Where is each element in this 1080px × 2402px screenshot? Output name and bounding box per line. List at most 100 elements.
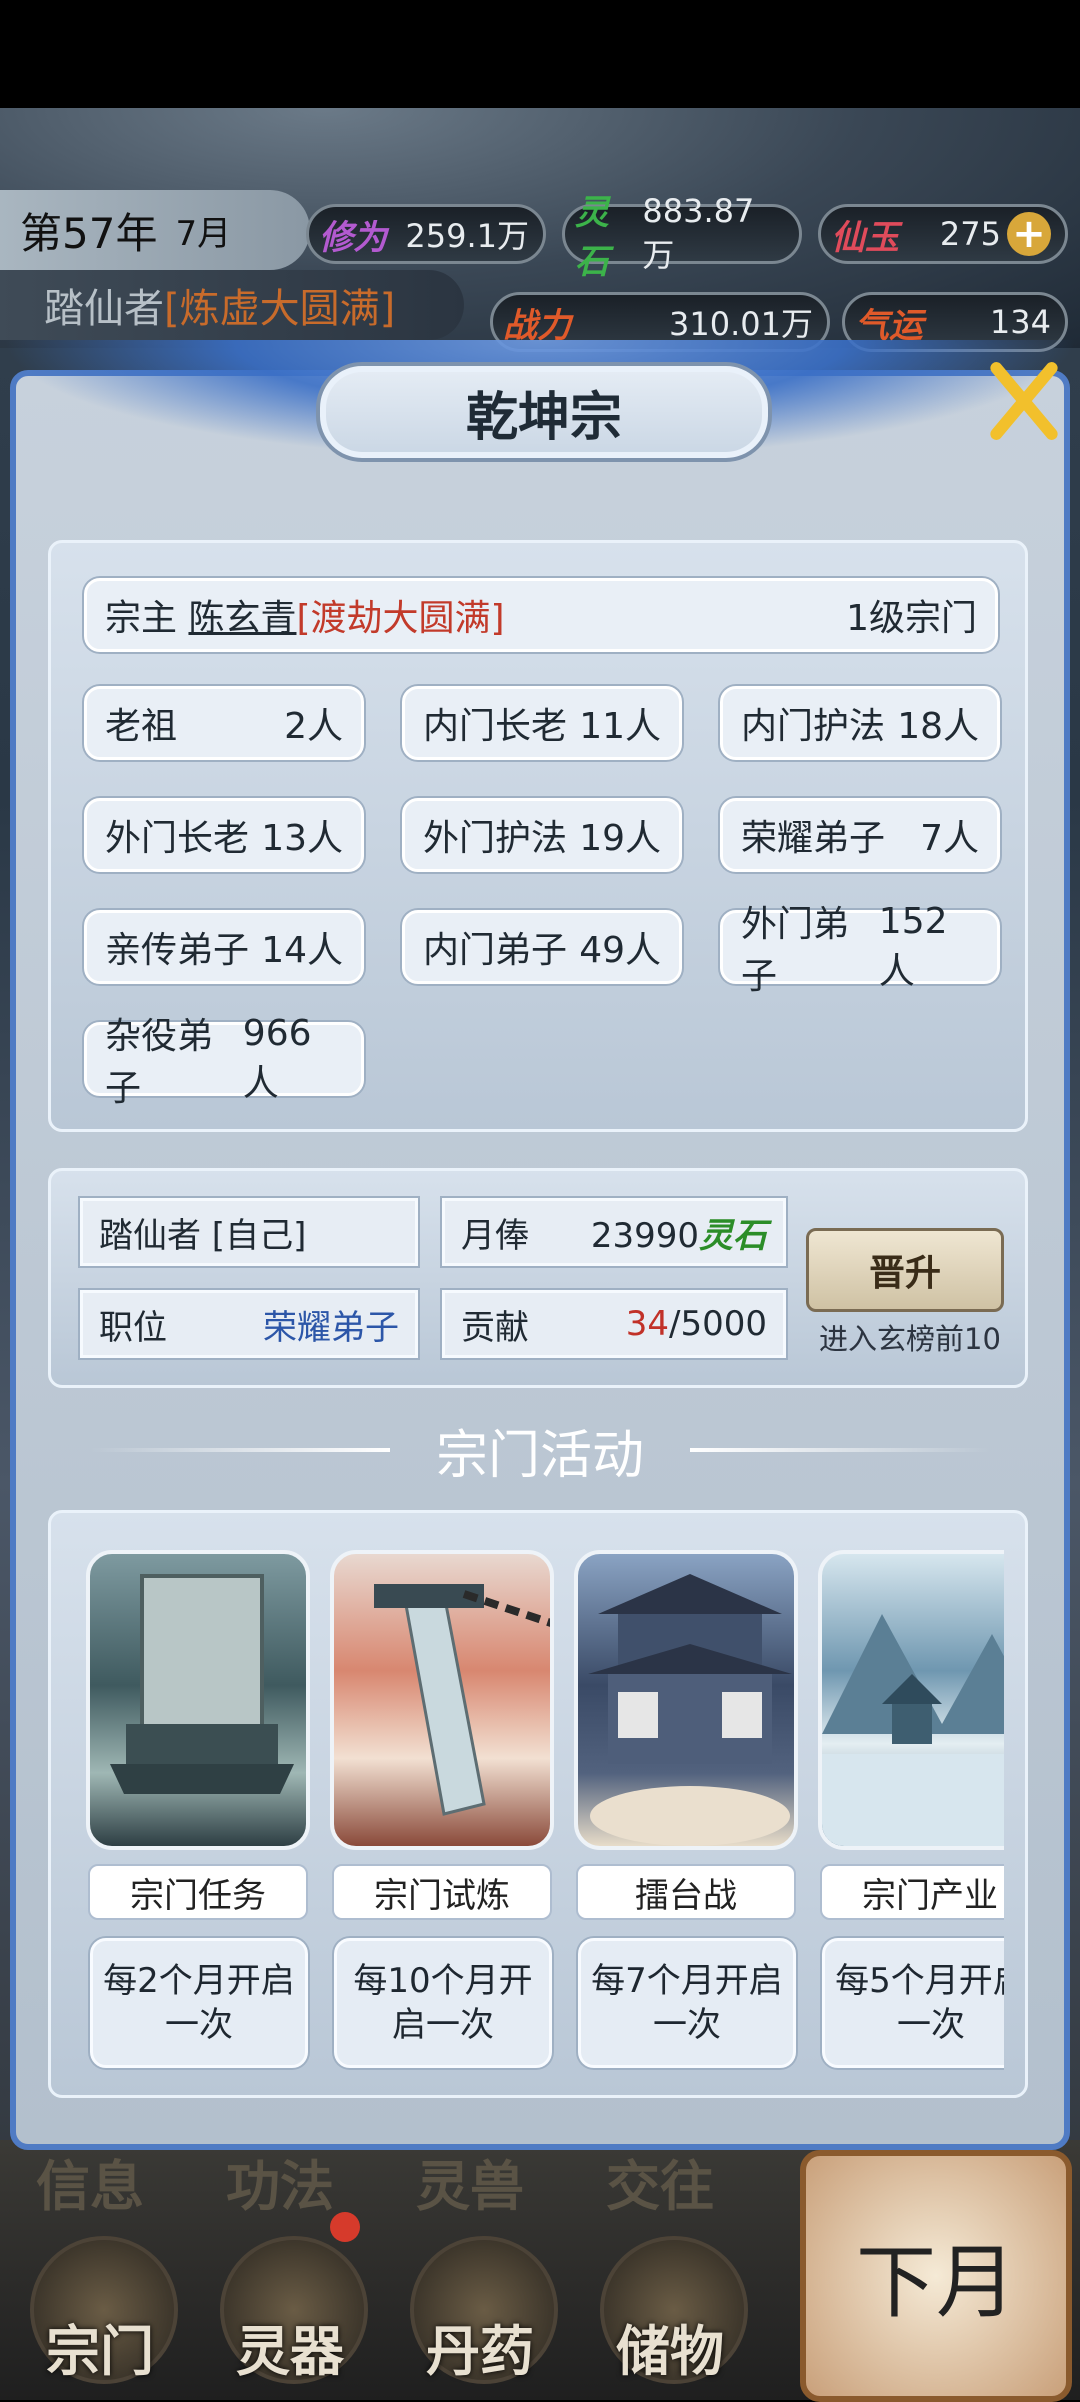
member-role: 外门护法 <box>423 818 568 859</box>
contribution-total: /5000 <box>669 1304 767 1344</box>
member-honor-disciple[interactable]: 荣耀弟子 7人 <box>720 798 1000 872</box>
activity-card-industry[interactable] <box>818 1550 1004 1850</box>
member-count: 966人 <box>242 1012 312 1104</box>
nav-artifacts-label: 灵器 <box>236 2320 344 2383</box>
member-count: 13人 <box>261 818 343 859</box>
member-role: 内门护法 <box>741 706 886 747</box>
member-count: 11人 <box>579 706 661 747</box>
promote-button[interactable]: 晋升 <box>806 1228 1004 1312</box>
cultivation-value: 259.1万 <box>405 217 529 255</box>
contribution-label: 贡献 <box>461 1307 529 1348</box>
activity-name: 宗门试炼 <box>332 1864 552 1920</box>
activities-header: 宗门活动 <box>435 1425 644 1486</box>
leader-rank: [渡劫大圆满] <box>296 598 505 639</box>
contribution-box: 贡献 34/5000 <box>442 1290 786 1358</box>
year-month-display: 第57年 7月 <box>0 190 310 270</box>
month-text: 7月 <box>175 213 232 254</box>
sect-title: 乾坤宗 <box>316 362 772 462</box>
cultivation-resource: 修为 259.1万 <box>306 204 546 264</box>
member-role: 杂役弟子 <box>105 1016 214 1109</box>
combat-power-value: 310.01万 <box>669 305 813 343</box>
activity-frequency: 每5个月开启一次 <box>822 1938 1004 2068</box>
player-realm: [炼虚大圆满] <box>164 286 396 332</box>
member-role: 外门长老 <box>105 818 250 859</box>
status-bar <box>0 0 1080 108</box>
player-name-bar: 踏仙者 [炼虚大圆满] <box>0 270 464 340</box>
member-count: 18人 <box>897 706 979 747</box>
jade-label: 仙玉 <box>831 217 899 258</box>
member-outer-guardian[interactable]: 外门护法 19人 <box>402 798 682 872</box>
close-button[interactable] <box>980 358 1066 444</box>
member-role: 老祖 <box>105 706 178 747</box>
nav-ghost-beasts: 灵兽 <box>416 2155 524 2218</box>
activity-frequency: 每2个月开启一次 <box>90 1938 308 2068</box>
position-value: 荣耀弟子 <box>263 1307 399 1348</box>
self-name-box: 踏仙者 [自己] <box>80 1198 418 1266</box>
nav-ghost-social: 交往 <box>606 2155 714 2218</box>
leader-label: 宗主 <box>105 598 178 639</box>
member-servant-disciple[interactable]: 杂役弟子 966人 <box>84 1013 364 1109</box>
nav-pills[interactable]: 丹药 <box>400 2236 560 2386</box>
member-outer-disciple[interactable]: 外门弟子 152人 <box>720 901 1000 997</box>
salary-box: 月俸 23990灵石 <box>442 1198 786 1266</box>
self-name: 踏仙者 [自己] <box>99 1215 307 1256</box>
position-box: 职位 荣耀弟子 <box>80 1290 418 1358</box>
nav-ghost-skills: 功法 <box>226 2155 334 2218</box>
activity-name: 宗门任务 <box>88 1864 308 1920</box>
salary-value: 23990 <box>590 1215 699 1256</box>
member-ancestor[interactable]: 老祖 2人 <box>84 686 364 760</box>
player-name: 踏仙者 <box>44 286 164 332</box>
spirit-stone-resource: 灵石 883.87万 <box>562 192 802 282</box>
member-count: 19人 <box>579 818 661 859</box>
stone-tablet-icon <box>110 1574 294 1794</box>
next-month-button[interactable]: 下月 <box>800 2150 1072 2402</box>
member-inner-guardian[interactable]: 内门护法 18人 <box>720 686 1000 760</box>
activity-card-tasks[interactable] <box>86 1550 310 1850</box>
spirit-stone-value: 883.87万 <box>642 192 755 274</box>
leader-name[interactable]: 陈玄青 <box>188 598 296 639</box>
member-personal-disciple[interactable]: 亲传弟子 14人 <box>84 910 364 984</box>
member-role: 内门弟子 <box>423 930 568 971</box>
temple-icon <box>588 1574 792 1846</box>
leader-row: 宗主 陈玄青[渡劫大圆满] 1级宗门 <box>84 578 998 652</box>
member-role: 亲传弟子 <box>105 930 250 971</box>
nav-ghost-info: 信息 <box>36 2155 144 2218</box>
activity-frequency: 每7个月开启一次 <box>578 1938 796 2068</box>
nav-storage[interactable]: 储物 <box>590 2236 750 2386</box>
contribution-current: 34 <box>625 1304 670 1344</box>
member-count: 152人 <box>878 900 948 992</box>
notification-dot <box>330 2212 360 2242</box>
member-count: 2人 <box>284 706 343 747</box>
activities-carousel[interactable]: 宗门任务 宗门试炼 擂台战 宗门产业 每2个月开启一次 每10个月开启一次 每7… <box>80 1520 1004 2090</box>
nav-storage-label: 储物 <box>616 2320 724 2383</box>
sect-level: 1级宗门 <box>846 598 977 639</box>
nav-sect[interactable]: 宗门 <box>20 2236 180 2386</box>
activity-name: 宗门产业 <box>820 1864 1004 1920</box>
pagoda-icon <box>822 1614 1004 1846</box>
salary-unit: 灵石 <box>699 1215 767 1256</box>
nav-sect-label: 宗门 <box>46 2320 154 2383</box>
sword-icon <box>374 1584 550 1816</box>
cultivation-label: 修为 <box>319 217 387 258</box>
member-role: 内门长老 <box>423 706 568 747</box>
salary-label: 月俸 <box>461 1215 529 1256</box>
member-inner-elder[interactable]: 内门长老 11人 <box>402 686 682 760</box>
year-text: 第57年 <box>20 208 158 258</box>
jade-resource: 仙玉 275 + <box>818 204 1068 264</box>
activity-card-arena[interactable] <box>574 1550 798 1850</box>
member-role: 外门弟子 <box>741 904 850 997</box>
nav-artifacts[interactable]: 灵器 <box>210 2236 370 2386</box>
add-jade-button[interactable]: + <box>1007 211 1051 257</box>
member-inner-disciple[interactable]: 内门弟子 49人 <box>402 910 682 984</box>
member-count: 49人 <box>579 930 661 971</box>
member-count: 7人 <box>920 818 979 859</box>
member-count: 14人 <box>261 930 343 971</box>
luck-value: 134 <box>989 303 1051 341</box>
member-role: 荣耀弟子 <box>741 818 886 859</box>
jade-value: 275 <box>939 215 1001 253</box>
member-outer-elder[interactable]: 外门长老 13人 <box>84 798 364 872</box>
position-label: 职位 <box>99 1307 167 1348</box>
activity-card-trial[interactable] <box>330 1550 554 1850</box>
spirit-stone-label: 灵石 <box>575 193 609 282</box>
promote-requirement: 进入玄榜前10 <box>819 1322 1001 1356</box>
